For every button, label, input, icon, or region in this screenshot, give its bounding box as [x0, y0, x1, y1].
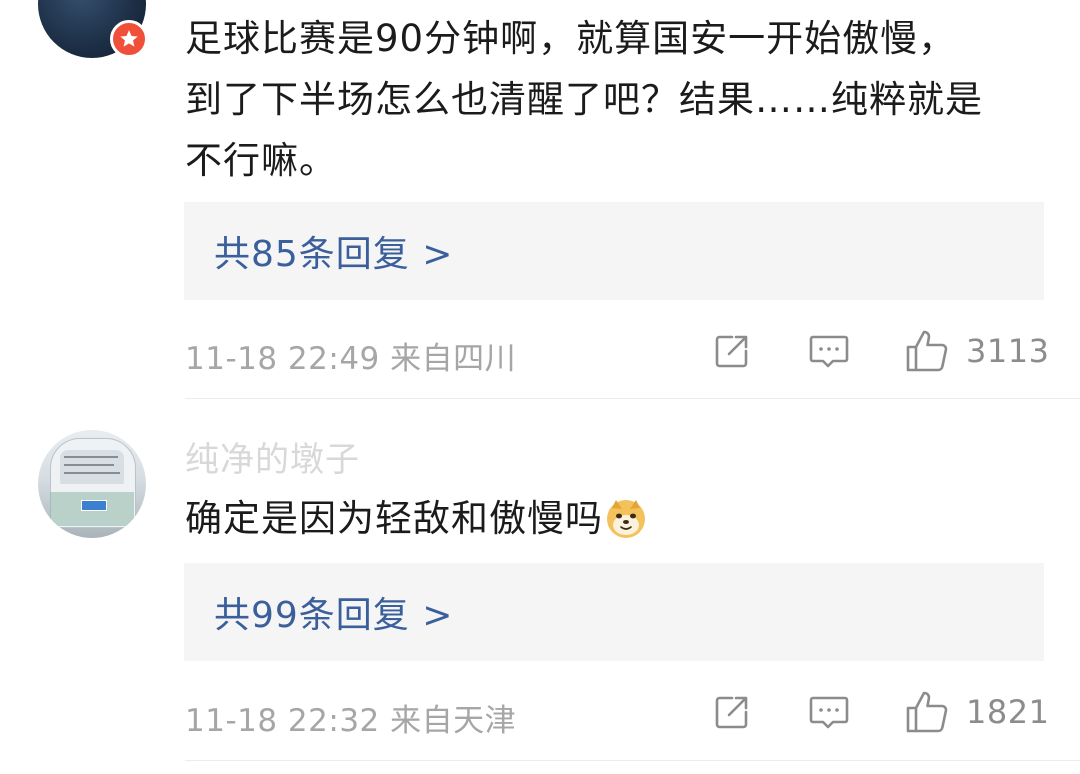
- comment-body: 确定是因为轻敌和傲慢吗: [185, 488, 1055, 549]
- share-button[interactable]: [712, 692, 752, 732]
- location: 来自天津: [390, 703, 517, 739]
- like-button[interactable]: 1821: [904, 689, 1049, 735]
- avatar-van-plate: [81, 500, 107, 511]
- comment-meta: 11-18 22:49 来自四川: [185, 333, 516, 378]
- view-replies-label: 共85条回复 >: [214, 234, 454, 275]
- comment-text-line: 不行嘛。: [185, 139, 337, 182]
- doge-emoji-icon: [607, 500, 645, 538]
- view-replies-label: 共99条回复 >: [214, 595, 454, 636]
- location: 来自四川: [390, 341, 517, 377]
- comment-icon: [809, 335, 849, 368]
- thumbs-up-icon: [906, 691, 948, 733]
- comment-button[interactable]: [808, 331, 850, 371]
- thumbs-up-icon: [906, 330, 948, 372]
- timestamp: 11-18 22:49: [185, 341, 380, 377]
- share-icon: [715, 335, 748, 368]
- like-count: 1821: [966, 693, 1050, 731]
- avatar-van-writing: [64, 456, 118, 458]
- avatar-van-writing: [64, 464, 114, 466]
- like-button[interactable]: 3113: [904, 328, 1049, 374]
- share-button[interactable]: [712, 331, 752, 371]
- divider: [185, 398, 1080, 399]
- divider: [185, 760, 1080, 761]
- avatar[interactable]: [38, 430, 146, 538]
- timestamp: 11-18 22:32: [185, 703, 380, 739]
- comment-body: 足球比赛是90分钟啊，就算国安一开始傲慢， 到了下半场怎么也清醒了吧？结果……纯…: [185, 8, 1055, 191]
- comment-text-line: 到了下半场怎么也清醒了吧？结果……纯粹就是: [185, 78, 983, 121]
- view-replies-button[interactable]: 共85条回复 >: [184, 202, 1044, 300]
- vip-star-icon: [110, 20, 148, 58]
- view-replies-button[interactable]: 共99条回复 >: [184, 563, 1044, 661]
- comment-meta: 11-18 22:32 来自天津: [185, 695, 516, 740]
- comment-text-line: 足球比赛是90分钟啊，就算国安一开始傲慢，: [185, 17, 957, 60]
- like-count: 3113: [966, 332, 1050, 370]
- comment-icon: [809, 696, 849, 729]
- username[interactable]: 纯净的墩子: [185, 432, 360, 481]
- comment-text-line: 确定是因为轻敌和傲慢吗: [185, 497, 603, 540]
- comment-item-1: 足球比赛是90分钟啊，就算国安一开始傲慢， 到了下半场怎么也清醒了吧？结果……纯…: [0, 0, 1080, 400]
- avatar-van-writing: [64, 472, 120, 474]
- share-icon: [715, 696, 748, 729]
- comment-button[interactable]: [808, 692, 850, 732]
